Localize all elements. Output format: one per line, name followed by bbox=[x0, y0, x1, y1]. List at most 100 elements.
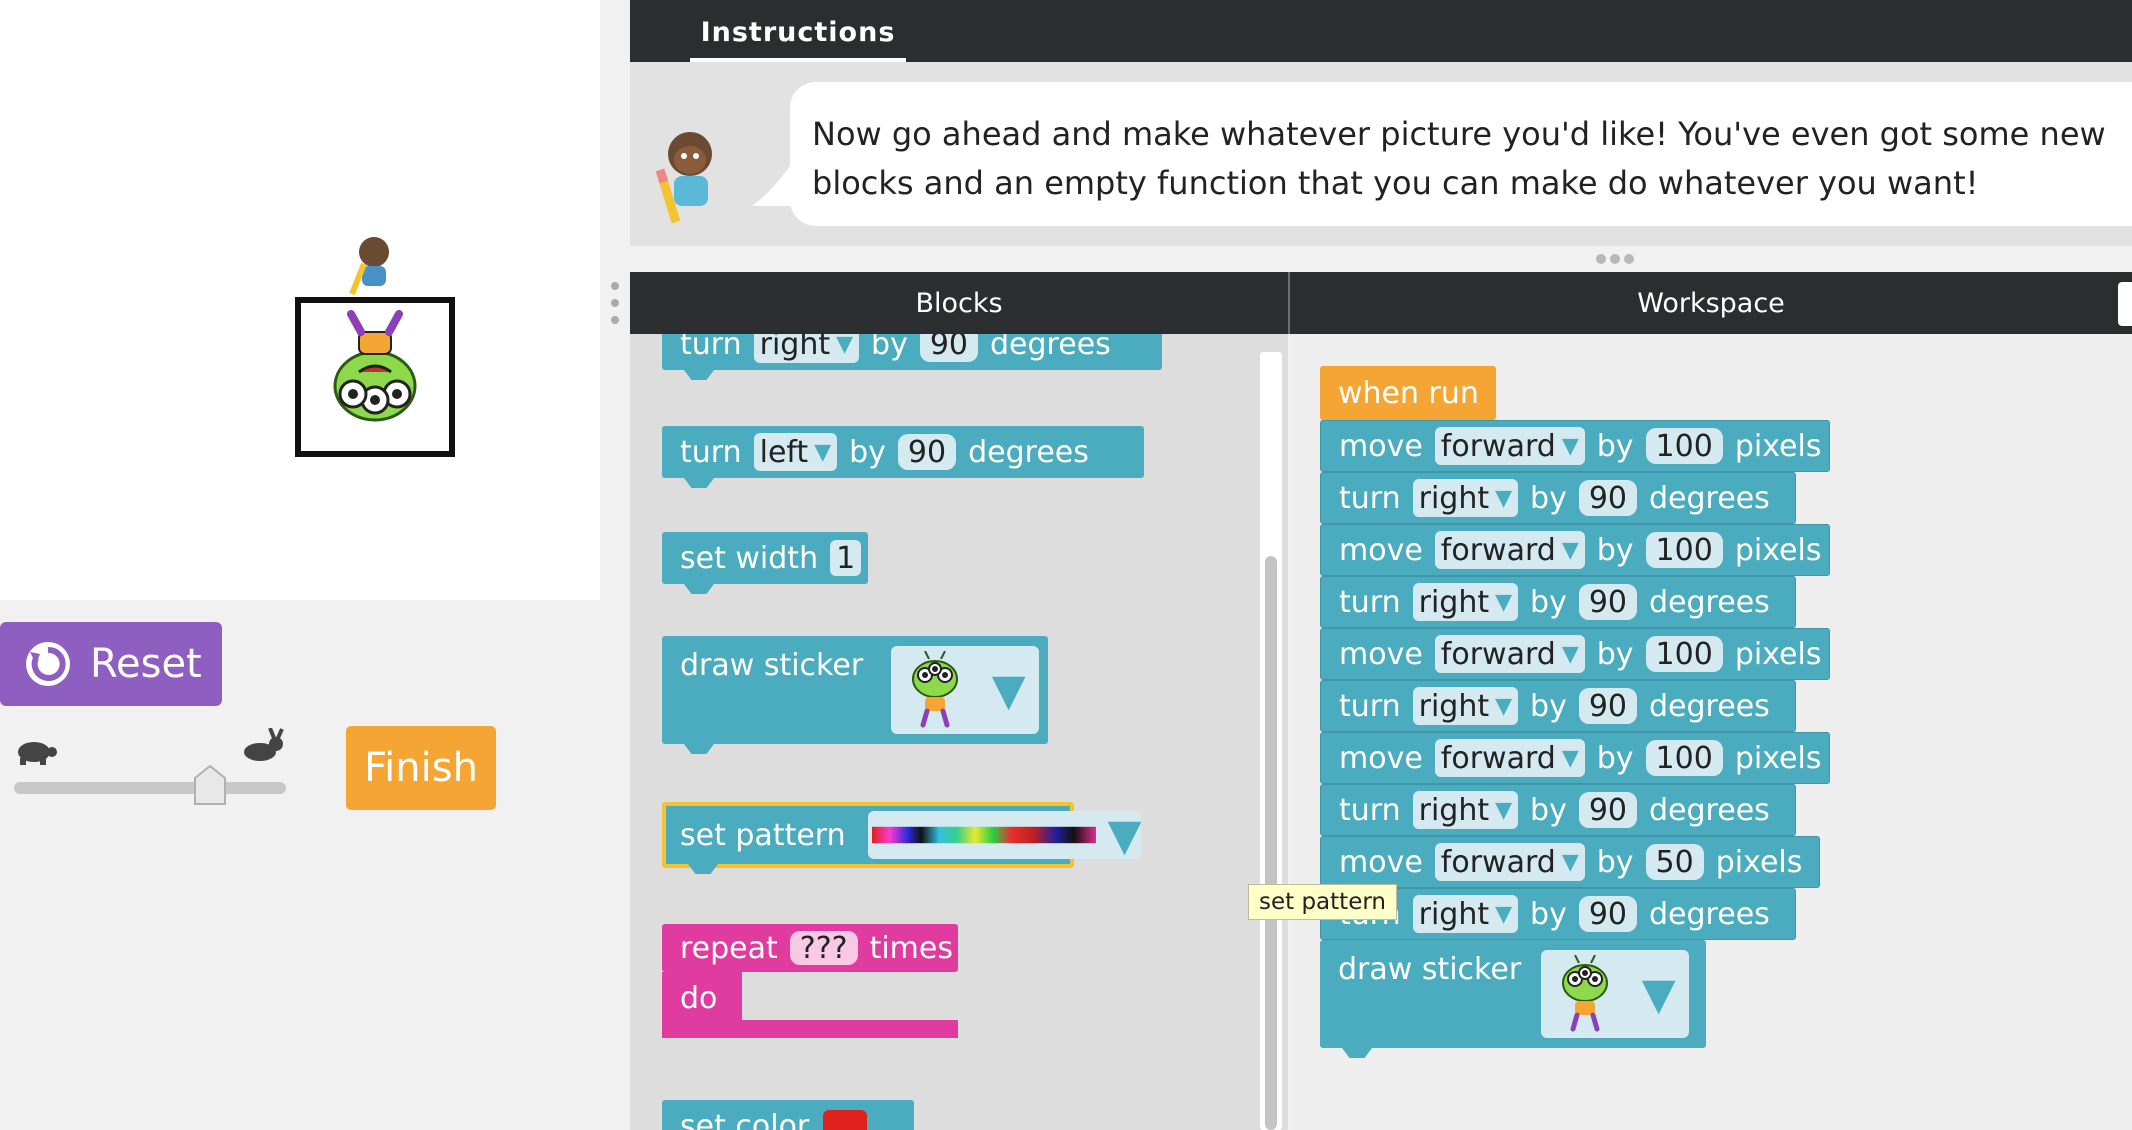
color-swatch[interactable] bbox=[823, 1110, 868, 1130]
sticker-dropdown[interactable]: ▼ bbox=[1541, 950, 1690, 1038]
repeat-do-label: do bbox=[662, 972, 742, 1024]
block-tooltip: set pattern bbox=[1248, 884, 1397, 920]
speed-slider-track[interactable] bbox=[14, 782, 286, 794]
block-keyword: by bbox=[1596, 740, 1634, 776]
angle-value-field[interactable]: 90 bbox=[897, 434, 957, 470]
value-field[interactable]: 100 bbox=[1645, 740, 1723, 776]
toolbox-turn-left-block[interactable]: turn left ▼ by 90 degrees bbox=[662, 426, 1144, 488]
panel-resize-handle[interactable] bbox=[608, 280, 622, 326]
block-keyword: pixels bbox=[1734, 636, 1822, 672]
direction-dropdown[interactable]: right ▼ bbox=[1412, 895, 1519, 933]
direction-dropdown[interactable]: right ▼ bbox=[753, 334, 860, 363]
toolbox-draw-sticker-block[interactable]: draw sticker ▼ bbox=[662, 636, 1048, 754]
drawing-canvas bbox=[0, 0, 600, 600]
instructions-resize-grip[interactable] bbox=[1594, 252, 1636, 266]
value-field[interactable]: 100 bbox=[1645, 532, 1723, 568]
chevron-down-icon: ▼ bbox=[1495, 693, 1513, 719]
block-keyword: set color bbox=[680, 1108, 810, 1130]
value-field[interactable]: 90 bbox=[1578, 688, 1638, 724]
direction-dropdown[interactable]: forward ▼ bbox=[1434, 739, 1585, 777]
toolbox-scroll-thumb[interactable] bbox=[1265, 556, 1277, 1130]
block-keyword: by bbox=[1530, 688, 1567, 724]
block-notch bbox=[688, 864, 718, 874]
value-field[interactable]: 50 bbox=[1645, 844, 1704, 880]
direction-dropdown[interactable]: forward ▼ bbox=[1434, 843, 1585, 881]
chevron-down-icon: ▼ bbox=[1561, 537, 1579, 563]
value-field[interactable]: 90 bbox=[1578, 792, 1638, 828]
dropdown-value: forward bbox=[1440, 532, 1556, 568]
speed-slider-thumb[interactable] bbox=[193, 764, 227, 806]
workspace-turn-block[interactable]: turn right▼ by 90 degrees bbox=[1320, 680, 1796, 732]
workspace-move-block[interactable]: move forward ▼ by 100 pixels bbox=[1320, 732, 1830, 784]
block-keyword: turn bbox=[680, 334, 742, 362]
dropdown-value: right bbox=[1418, 480, 1490, 516]
dropdown-value: forward bbox=[1440, 428, 1556, 464]
finish-button[interactable]: Finish bbox=[346, 726, 496, 810]
block-keyword: turn bbox=[680, 434, 742, 470]
workspace-move-block[interactable]: move forward ▼ by 50 pixels bbox=[1320, 836, 1820, 888]
workspace-canvas[interactable]: when run move forward ▼ by 100 pixels turn righ… bbox=[1290, 334, 2132, 1130]
block-notch bbox=[684, 478, 714, 488]
direction-dropdown[interactable]: right ▼ bbox=[1412, 583, 1519, 621]
chevron-down-icon: ▼ bbox=[1561, 745, 1579, 771]
workspace-draw-sticker-block[interactable]: draw sticker ▼ bbox=[1320, 940, 1706, 1058]
direction-dropdown[interactable]: forward ▼ bbox=[1434, 635, 1585, 673]
instructions-text: Now go ahead and make whatever picture y… bbox=[812, 115, 2106, 202]
repeat-count-field[interactable]: ??? bbox=[789, 931, 858, 966]
workspace-turn-block[interactable]: turn right▼ by 90 degrees bbox=[1320, 576, 1796, 628]
direction-dropdown[interactable]: left ▼ bbox=[753, 433, 838, 471]
block-keyword: by bbox=[1596, 428, 1634, 464]
value-field[interactable]: 90 bbox=[1578, 584, 1638, 620]
toolbox-set-color-block[interactable]: set color bbox=[662, 1100, 914, 1130]
chevron-down-icon: ▼ bbox=[1561, 641, 1579, 667]
toolbox-repeat-block[interactable]: repeat ??? times bbox=[662, 924, 958, 972]
block-notch bbox=[684, 370, 714, 380]
block-keyword: draw sticker bbox=[680, 648, 864, 683]
block-keyword: repeat bbox=[680, 930, 778, 966]
sticker-dropdown[interactable]: ▼ bbox=[891, 646, 1040, 734]
dropdown-value: right bbox=[1418, 688, 1490, 724]
block-keyword: degrees bbox=[990, 334, 1111, 362]
turtle-icon bbox=[18, 742, 57, 765]
workspace-move-block[interactable]: move forward ▼ by 100 pixels bbox=[1320, 524, 1830, 576]
width-value-field[interactable]: 1 bbox=[830, 540, 862, 576]
toolbox-set-pattern-block[interactable]: set pattern ▼ bbox=[662, 802, 1142, 874]
workspace-turn-block[interactable]: turn right▼ by 90 degrees bbox=[1320, 784, 1796, 836]
workspace-header: Workspace bbox=[1290, 272, 2132, 334]
value-field[interactable]: 100 bbox=[1645, 428, 1723, 464]
block-keyword: degrees bbox=[1649, 896, 1770, 932]
toolbox-set-width-block[interactable]: set width 1 bbox=[662, 532, 868, 594]
block-keyword: by bbox=[1596, 636, 1634, 672]
block-keyword: by bbox=[1530, 480, 1567, 516]
direction-dropdown[interactable]: forward ▼ bbox=[1434, 427, 1585, 465]
direction-dropdown[interactable]: right ▼ bbox=[1412, 479, 1519, 517]
tab-instructions[interactable]: Instructions bbox=[690, 6, 906, 62]
workspace-turn-block[interactable]: turn right▼ by 90 degrees bbox=[1320, 472, 1796, 524]
block-notch bbox=[684, 744, 714, 754]
workspace-move-block[interactable]: move forward ▼ by 100 pixels bbox=[1320, 420, 1830, 472]
value-field[interactable]: 100 bbox=[1645, 636, 1723, 672]
value-field[interactable]: 90 bbox=[1578, 480, 1638, 516]
block-keyword: by bbox=[1530, 792, 1567, 828]
when-run-block[interactable]: when run bbox=[1320, 366, 1496, 420]
toolbox-turn-right-block[interactable]: turn right ▼ by 90 degrees bbox=[662, 334, 1162, 380]
block-keyword: pixels bbox=[1734, 532, 1822, 568]
blocks-header-label: Blocks bbox=[915, 287, 1003, 319]
reset-button[interactable]: Reset bbox=[0, 622, 222, 706]
chevron-down-icon: ▼ bbox=[1495, 485, 1513, 511]
chevron-down-icon: ▼ bbox=[1495, 901, 1513, 927]
direction-dropdown[interactable]: right ▼ bbox=[1412, 791, 1519, 829]
pattern-dropdown[interactable]: ▼ bbox=[867, 810, 1142, 861]
dropdown-value: forward bbox=[1440, 740, 1556, 776]
block-keyword: move bbox=[1339, 740, 1423, 776]
workspace-header-button[interactable] bbox=[2118, 282, 2132, 326]
chevron-down-icon: ▼ bbox=[1641, 968, 1676, 1020]
direction-dropdown[interactable]: right ▼ bbox=[1412, 687, 1519, 725]
direction-dropdown[interactable]: forward ▼ bbox=[1434, 531, 1585, 569]
workspace-move-block[interactable]: move forward ▼ by 100 pixels bbox=[1320, 628, 1830, 680]
angle-value-field[interactable]: 90 bbox=[919, 334, 979, 362]
block-keyword: when run bbox=[1338, 375, 1479, 411]
value-field[interactable]: 90 bbox=[1578, 896, 1638, 932]
instructions-bubble: Now go ahead and make whatever picture y… bbox=[790, 82, 2132, 226]
block-keyword: pixels bbox=[1715, 844, 1803, 880]
